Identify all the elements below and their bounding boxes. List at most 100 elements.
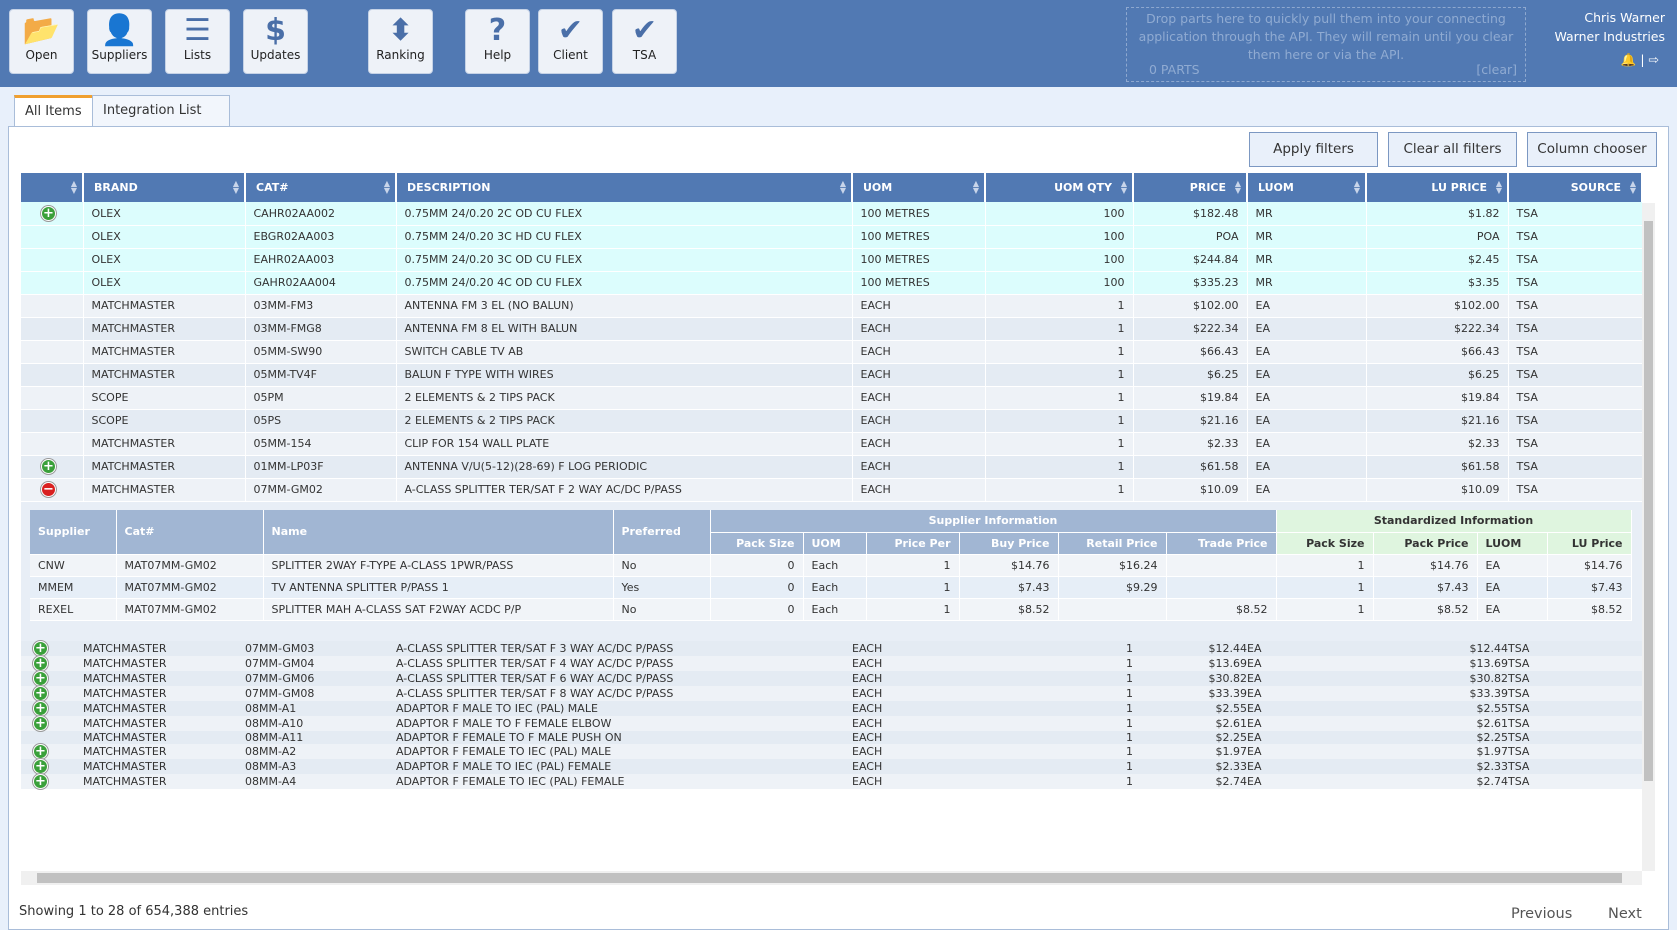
expand-plus-icon[interactable]: + bbox=[41, 205, 56, 221]
clear-filters-button[interactable]: Clear all filters bbox=[1388, 132, 1517, 167]
expand-cell[interactable] bbox=[21, 340, 84, 364]
column-header-uom[interactable]: UOM ▲ ▼ bbox=[852, 173, 986, 202]
column-header-price[interactable]: PRICE ▲ ▼ bbox=[1133, 173, 1248, 202]
expand-plus-icon[interactable]: + bbox=[33, 671, 48, 686]
expand-cell[interactable]: + bbox=[21, 686, 83, 701]
table-row[interactable]: MATCHMASTER 05MM-SW90 SWITCH CABLE TV AB… bbox=[21, 340, 1643, 364]
expand-cell[interactable]: + bbox=[21, 744, 83, 759]
table-row[interactable]: + MATCHMASTER 07MM-GM08 A-CLASS SPLITTER… bbox=[21, 686, 1642, 701]
apply-filters-button[interactable]: Apply filters bbox=[1249, 132, 1378, 167]
ranking-button[interactable]: ⬍ Ranking bbox=[368, 9, 433, 74]
table-row[interactable]: + MATCHMASTER 07MM-GM06 A-CLASS SPLITTER… bbox=[21, 671, 1642, 686]
table-row[interactable]: MATCHMASTER 08MM-A11 ADAPTOR F FEMALE TO… bbox=[21, 731, 1642, 744]
table-row[interactable]: + MATCHMASTER 08MM-A4 ADAPTOR F FEMALE T… bbox=[21, 774, 1642, 789]
expand-cell[interactable] bbox=[21, 248, 84, 272]
logout-icon[interactable]: ⇨ bbox=[1649, 52, 1659, 67]
expand-plus-icon[interactable]: + bbox=[33, 701, 48, 716]
table-row[interactable]: − MATCHMASTER 07MM-GM02 A-CLASS SPLITTER… bbox=[21, 478, 1643, 502]
table-row[interactable]: MATCHMASTER 03MM-FM3 ANTENNA FM 3 EL (NO… bbox=[21, 294, 1643, 318]
column-header-brand[interactable]: BRAND ▲ ▼ bbox=[83, 173, 246, 202]
expand-cell[interactable] bbox=[21, 317, 84, 341]
expand-cell[interactable] bbox=[21, 409, 84, 433]
column-header-expand[interactable]: ▲ ▼ bbox=[21, 173, 84, 202]
expand-cell[interactable]: + bbox=[21, 202, 84, 226]
suppliers-button[interactable]: 👤 Suppliers bbox=[87, 9, 152, 74]
tab-integration-list[interactable]: Integration List ⌄ bbox=[92, 95, 230, 148]
expand-plus-icon[interactable]: + bbox=[33, 716, 48, 731]
help-button[interactable]: ? Help bbox=[465, 9, 530, 74]
expand-cell[interactable] bbox=[21, 363, 84, 387]
table-row[interactable]: OLEX EBGR02AA003 0.75MM 24/0.20 3C HD CU… bbox=[21, 225, 1643, 249]
column-chooser-button[interactable]: Column chooser bbox=[1527, 132, 1657, 167]
sort-icon: ▲ ▼ bbox=[1120, 179, 1127, 195]
expand-plus-icon[interactable]: + bbox=[33, 774, 48, 789]
expand-cell[interactable]: + bbox=[21, 716, 83, 731]
table-row[interactable]: MATCHMASTER 05MM-154 CLIP FOR 154 WALL P… bbox=[21, 432, 1643, 456]
tsa-button[interactable]: ✔ TSA bbox=[612, 9, 677, 74]
vertical-scrollbar[interactable] bbox=[1642, 203, 1655, 871]
clear-parts-link[interactable]: [clear] bbox=[1476, 61, 1517, 79]
column-header-luom[interactable]: LUOM ▲ ▼ bbox=[1247, 173, 1367, 202]
table-row[interactable]: MATCHMASTER 03MM-FMG8 ANTENNA FM 8 EL WI… bbox=[21, 317, 1643, 341]
expand-cell[interactable]: − bbox=[21, 478, 84, 502]
expand-plus-icon[interactable]: + bbox=[33, 759, 48, 774]
column-header-description[interactable]: DESCRIPTION ▲ ▼ bbox=[396, 173, 853, 202]
expand-cell[interactable]: + bbox=[21, 701, 83, 716]
separator: | bbox=[1640, 52, 1645, 67]
table-row[interactable]: SCOPE 05PS 2 ELEMENTS & 2 TIPS PACK EACH… bbox=[21, 409, 1643, 433]
sub-header: Name bbox=[263, 510, 614, 555]
expand-cell[interactable]: + bbox=[21, 455, 84, 479]
table-row[interactable]: + MATCHMASTER 07MM-GM04 A-CLASS SPLITTER… bbox=[21, 656, 1642, 671]
tab-all-items[interactable]: All Items bbox=[14, 95, 93, 127]
table-row[interactable]: OLEX EAHR02AA003 0.75MM 24/0.20 3C OD CU… bbox=[21, 248, 1643, 272]
expand-cell[interactable]: + bbox=[21, 759, 83, 774]
table-row[interactable]: + MATCHMASTER 08MM-A10 ADAPTOR F MALE TO… bbox=[21, 716, 1642, 731]
expand-cell[interactable] bbox=[21, 271, 84, 295]
button-label: Help bbox=[483, 48, 512, 62]
next-page-button[interactable]: Next bbox=[1608, 906, 1642, 922]
expand-cell[interactable]: + bbox=[21, 671, 83, 686]
expand-cell[interactable]: + bbox=[21, 641, 83, 656]
expand-plus-icon[interactable]: + bbox=[33, 744, 48, 759]
lists-button[interactable]: ☰ Lists bbox=[165, 9, 230, 74]
table-row[interactable]: OLEX GAHR02AA004 0.75MM 24/0.20 4C OD CU… bbox=[21, 271, 1643, 295]
updates-button[interactable]: $ Updates bbox=[243, 9, 308, 74]
expand-cell[interactable] bbox=[21, 731, 83, 744]
expand-cell[interactable]: + bbox=[21, 774, 83, 789]
table-row[interactable]: + MATCHMASTER 01MM-LP03F ANTENNA V/U(5-1… bbox=[21, 455, 1643, 479]
expand-plus-icon[interactable]: + bbox=[33, 641, 48, 656]
expand-cell[interactable] bbox=[21, 294, 84, 318]
table-row[interactable]: MATCHMASTER 05MM-TV4F BALUN F TYPE WITH … bbox=[21, 363, 1643, 387]
expand-plus-icon[interactable]: + bbox=[33, 686, 48, 701]
horizontal-scrollbar[interactable] bbox=[21, 871, 1642, 885]
expand-cell[interactable] bbox=[21, 225, 84, 249]
table-row[interactable]: SCOPE 05PM 2 ELEMENTS & 2 TIPS PACK EACH… bbox=[21, 386, 1643, 410]
expand-cell[interactable]: + bbox=[21, 656, 83, 671]
api-drop-zone[interactable]: Drop parts here to quickly pull them int… bbox=[1126, 7, 1526, 82]
table-row[interactable]: + MATCHMASTER 08MM-A2 ADAPTOR F FEMALE T… bbox=[21, 744, 1642, 759]
column-header-lu-price[interactable]: LU PRICE ▲ ▼ bbox=[1366, 173, 1509, 202]
expand-cell[interactable] bbox=[21, 386, 84, 410]
expand-plus-icon[interactable]: + bbox=[33, 656, 48, 671]
table-row[interactable]: + MATCHMASTER 08MM-A1 ADAPTOR F MALE TO … bbox=[21, 701, 1642, 716]
column-header-source[interactable]: SOURCE ▲ ▼ bbox=[1508, 173, 1643, 202]
table-row[interactable]: + MATCHMASTER 07MM-GM03 A-CLASS SPLITTER… bbox=[21, 641, 1642, 656]
previous-page-button[interactable]: Previous bbox=[1511, 906, 1572, 922]
bell-icon[interactable]: 🔔 bbox=[1621, 52, 1637, 67]
lu-price-cell: $2.45 bbox=[1366, 248, 1509, 272]
table-row[interactable]: + OLEX CAHR02AA002 0.75MM 24/0.20 2C OD … bbox=[21, 202, 1643, 226]
expand-cell[interactable] bbox=[21, 432, 84, 456]
supplier-detail-panel: Supplier Cat# Name Preferred Supplier In… bbox=[21, 502, 1642, 641]
column-label: UOM bbox=[863, 181, 893, 194]
column-header-uom-qty[interactable]: UOM QTY ▲ ▼ bbox=[985, 173, 1134, 202]
open-button[interactable]: 📂 Open bbox=[9, 9, 74, 74]
cat-cell: 05MM-154 bbox=[245, 432, 397, 456]
client-button[interactable]: ✔ Client bbox=[538, 9, 603, 74]
source-cell: TSA bbox=[1508, 656, 1642, 671]
column-header-cat-[interactable]: CAT# ▲ ▼ bbox=[245, 173, 397, 202]
collapse-minus-icon[interactable]: − bbox=[41, 482, 56, 497]
supplier-cell: CNW bbox=[30, 554, 117, 577]
table-row[interactable]: + MATCHMASTER 08MM-A3 ADAPTOR F MALE TO … bbox=[21, 759, 1642, 774]
expand-plus-icon[interactable]: + bbox=[41, 459, 56, 474]
description-cell: 2 ELEMENTS & 2 TIPS PACK bbox=[396, 409, 853, 433]
